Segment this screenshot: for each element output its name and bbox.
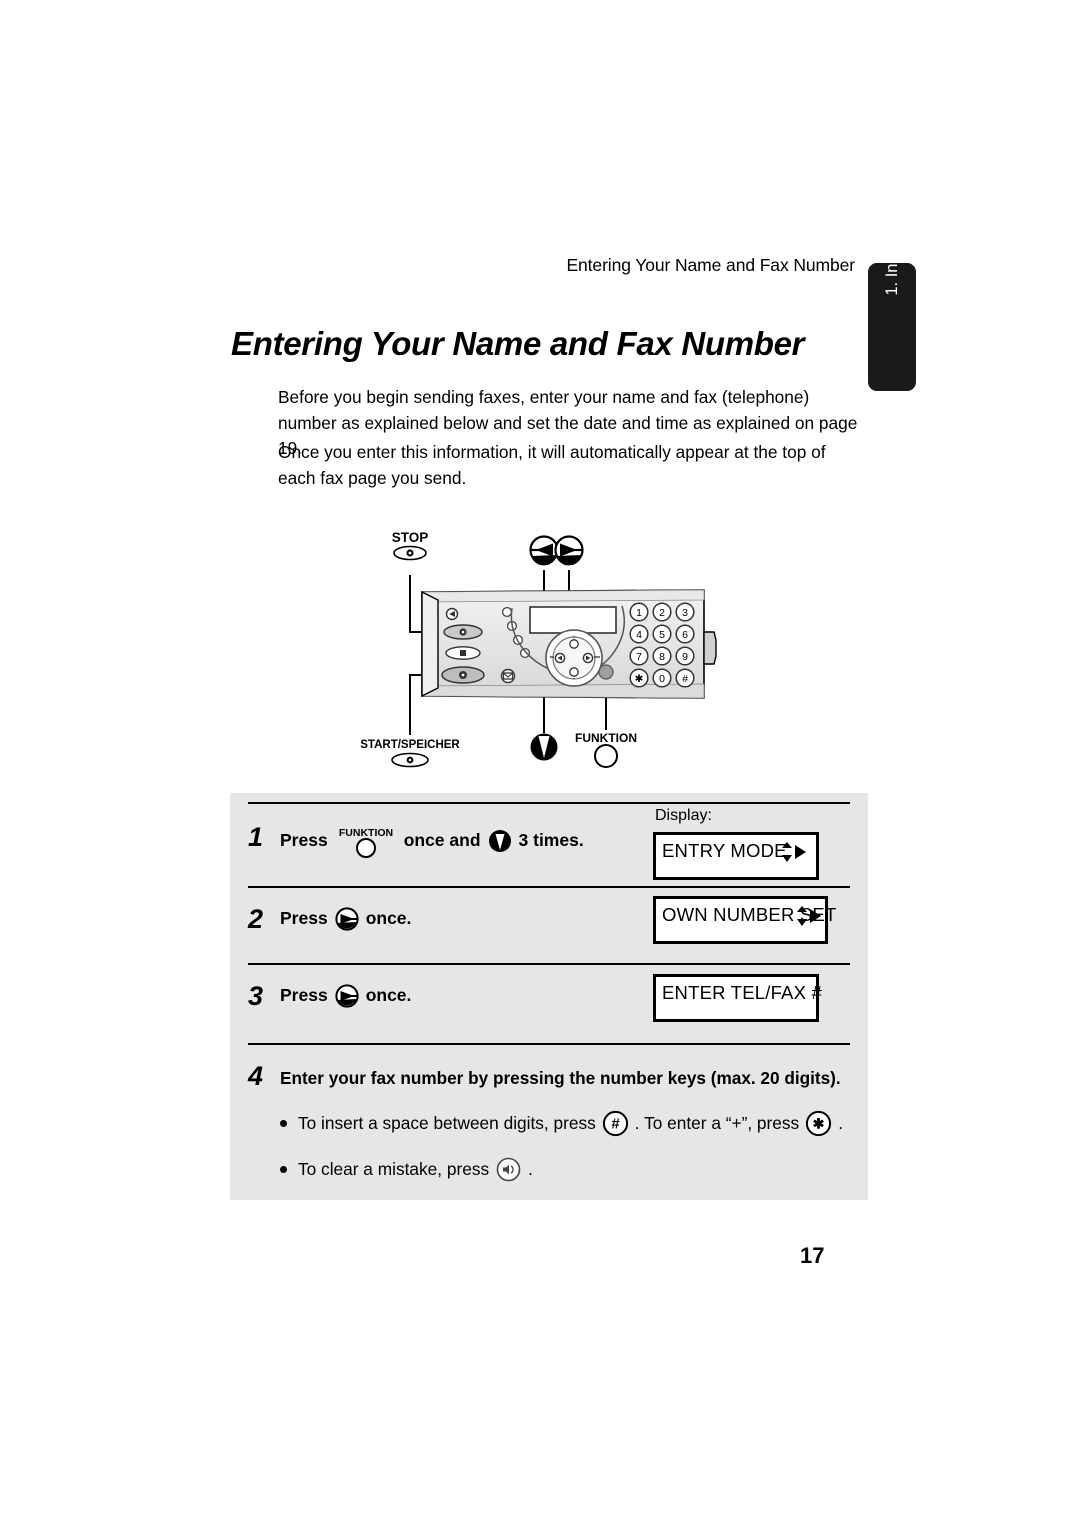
svg-text:✱: ✱ <box>635 673 644 685</box>
keypad-key: 1 <box>629 602 649 622</box>
keypad-key: 0 <box>652 668 672 688</box>
step-4-bullet-1: To insert a space between digits, press … <box>280 1110 843 1137</box>
down-arrow-key-icon[interactable] <box>488 829 512 853</box>
chapter-tab-label: 1. Installation <box>883 198 901 296</box>
asterisk-key-icon[interactable]: ✱ <box>805 1110 832 1137</box>
lcd-display-step-2: OWN NUMBER SET <box>653 896 836 944</box>
right-arrow-key-icon[interactable] <box>335 984 359 1008</box>
step-divider <box>248 886 850 888</box>
svg-text:✱: ✱ <box>813 1116 825 1132</box>
keypad-key: 9 <box>675 646 695 666</box>
bullet-text-middle: . To enter a “+”, press <box>634 1113 800 1133</box>
step-instruction-2: Press once. <box>280 907 411 931</box>
step-number: 1 <box>248 822 264 852</box>
step-number: 4 <box>248 1061 264 1091</box>
keypad-key: 8 <box>652 646 672 666</box>
keypad-key: 7 <box>629 646 649 666</box>
press-label: Press <box>280 985 328 1006</box>
keypad-key: # <box>675 668 695 688</box>
step-4-bullet-2: To clear a mistake, press . <box>280 1156 533 1183</box>
memory-icon <box>500 668 516 684</box>
step-instruction-1: Press FUNKTION once and 3 times. <box>280 824 584 858</box>
step-number: 3 <box>248 981 264 1011</box>
machine-lcd <box>529 606 617 634</box>
step-divider <box>248 802 850 804</box>
down-arrow-key-icon <box>530 733 558 761</box>
svg-text:0: 0 <box>659 673 665 685</box>
tail-text: 3 times. <box>518 830 584 851</box>
right-arrow-key-icon <box>554 535 584 566</box>
funktion-key-icon <box>594 744 618 768</box>
funktion-key-icon[interactable]: FUNKTION <box>335 824 397 858</box>
diagram-label-stop: STOP <box>392 530 429 545</box>
svg-text:5: 5 <box>659 629 665 641</box>
middle-text: once and <box>403 830 481 851</box>
svg-text:-: - <box>573 676 575 682</box>
keypad-key: 2 <box>652 602 672 622</box>
display-label: Display: <box>655 807 712 824</box>
step-instruction-3: Press once. <box>280 984 411 1008</box>
svg-text:7: 7 <box>636 651 642 663</box>
page-title: Entering Your Name and Fax Number <box>231 325 805 362</box>
step-number: 2 <box>248 904 264 934</box>
stop-key-icon <box>393 545 427 561</box>
press-label: Press <box>280 908 328 929</box>
tail-text: once. <box>365 985 412 1006</box>
svg-text:9: 9 <box>682 651 688 663</box>
lcd-arrow-icons <box>780 841 808 863</box>
bullet-dot-icon <box>280 1166 287 1173</box>
press-label: Press <box>280 830 328 851</box>
step-4-heading: Enter your fax number by pressing the nu… <box>280 1068 841 1088</box>
running-head: Entering Your Name and Fax Number <box>566 255 855 275</box>
diagram-label-funktion: FUNKTION <box>575 731 637 745</box>
svg-text:3: 3 <box>682 607 688 619</box>
svg-text:4: 4 <box>636 629 642 641</box>
lcd-display-step-1: ENTRY MODE <box>653 832 819 880</box>
page-number: 17 <box>800 1243 825 1268</box>
bullet-dot-icon <box>280 1120 287 1127</box>
lcd-text: ENTRY MODE <box>662 840 787 861</box>
copy-button-on-panel <box>445 646 481 660</box>
step-divider <box>248 1043 850 1045</box>
lcd-arrow-icons <box>795 905 823 927</box>
keypad-key: ✱ <box>629 668 649 688</box>
svg-text:2: 2 <box>659 607 665 619</box>
diagram-label-start-speicher: START/SPEICHER <box>360 739 460 751</box>
intro-paragraph-2: Once you enter this information, it will… <box>278 442 826 488</box>
right-arrow-key-icon[interactable] <box>335 907 359 931</box>
fax-machine-diagram: STOP START/SPEICHER FUNKTION + - 1 2 3 4… <box>360 520 740 775</box>
tail-text: once. <box>365 908 412 929</box>
start-button-on-panel <box>441 666 485 684</box>
speaker-key-icon[interactable] <box>495 1156 522 1183</box>
navigation-disc: + - <box>545 629 603 687</box>
bullet-text-after: . <box>838 1113 844 1133</box>
lcd-display-step-3: ENTER TEL/FAX # <box>653 974 822 1022</box>
bullet-text-before: To insert a space between digits, press <box>298 1113 596 1133</box>
svg-text:#: # <box>682 673 688 685</box>
hash-key-icon[interactable]: # <box>602 1110 629 1137</box>
start-key-icon <box>391 752 429 768</box>
svg-text:+: + <box>572 635 576 641</box>
bullet-text-after: . <box>528 1159 533 1179</box>
left-arrow-key-icon <box>529 535 559 566</box>
lcd-text: ENTER TEL/FAX # <box>662 982 822 1003</box>
step-divider <box>248 963 850 965</box>
keypad-key: 3 <box>675 602 695 622</box>
bullet-text-before: To clear a mistake, press <box>298 1159 490 1179</box>
svg-text:FUNKTION: FUNKTION <box>339 827 393 839</box>
keypad-key: 4 <box>629 624 649 644</box>
keypad-key: 5 <box>652 624 672 644</box>
svg-text:6: 6 <box>682 629 688 641</box>
svg-text:#: # <box>611 1116 620 1133</box>
stop-button-on-panel <box>443 624 483 640</box>
resolution-icon <box>445 607 459 621</box>
chapter-tab: 1. Installation <box>868 198 916 391</box>
svg-text:1: 1 <box>636 607 642 619</box>
keypad-key: 6 <box>675 624 695 644</box>
funktion-button-on-panel <box>598 664 614 680</box>
svg-text:8: 8 <box>659 651 665 663</box>
